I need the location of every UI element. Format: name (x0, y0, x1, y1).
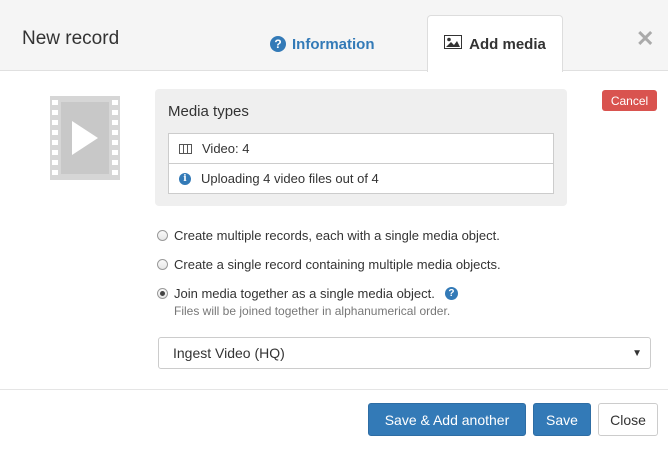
radio-join-media[interactable] (157, 288, 168, 299)
video-count: Video: 4 (202, 141, 250, 156)
dialog-header: New record ? Information Add media ✕ (0, 0, 668, 72)
tab-add-media-label: Add media (469, 35, 546, 53)
question-circle-icon: ? (270, 36, 286, 52)
tab-information-label: Information (292, 35, 375, 53)
media-types-panel: Media types Video: 4 i Uploading 4 video… (155, 89, 567, 206)
info-circle-icon: i (179, 172, 191, 185)
upload-status: Uploading 4 video files out of 4 (201, 171, 379, 186)
close-button[interactable]: Close (598, 403, 658, 436)
option-join-media[interactable]: Join media together as a single media ob… (157, 286, 458, 301)
save-button[interactable]: Save (533, 403, 591, 436)
list-item: i Uploading 4 video files out of 4 (169, 163, 553, 193)
film-icon (179, 143, 192, 154)
new-record-dialog: New record ? Information Add media ✕ Med… (0, 0, 668, 449)
image-icon (444, 35, 463, 53)
dialog-title: New record (22, 28, 120, 49)
video-file-icon (50, 96, 120, 180)
profile-select[interactable]: Ingest Video (HQ) ▼ (158, 337, 651, 369)
chevron-down-icon: ▼ (632, 348, 642, 359)
option-multiple-records[interactable]: Create multiple records, each with a sin… (157, 228, 500, 243)
option-single-record[interactable]: Create a single record containing multip… (157, 257, 501, 272)
tab-information[interactable]: ? Information (270, 30, 400, 58)
help-icon[interactable]: ? (444, 287, 458, 300)
join-hint: Files will be joined together in alphanu… (174, 304, 451, 318)
list-item: Video: 4 (169, 134, 553, 163)
tab-add-media[interactable]: Add media (427, 15, 563, 72)
radio-multiple-records[interactable] (157, 230, 168, 241)
media-types-title: Media types (168, 103, 249, 120)
option-label: Create multiple records, each with a sin… (174, 228, 500, 243)
option-label: Join media together as a single media ob… (174, 286, 435, 301)
profile-select-value: Ingest Video (HQ) (173, 345, 285, 361)
radio-single-record[interactable] (157, 259, 168, 270)
cancel-button[interactable]: Cancel (602, 90, 657, 111)
save-add-another-button[interactable]: Save & Add another (368, 403, 526, 436)
option-label: Create a single record containing multip… (174, 257, 501, 272)
media-types-list: Video: 4 i Uploading 4 video files out o… (168, 133, 554, 194)
close-icon[interactable]: ✕ (636, 26, 654, 52)
